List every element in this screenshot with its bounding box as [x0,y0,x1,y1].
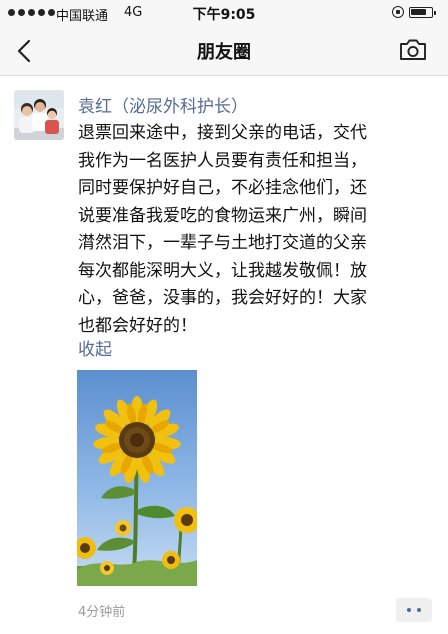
post-text-line: 潸然泪下，一辈子与土地打交道的父亲 [78,233,367,253]
post-text-line: 我作为一名医护人员要有责任和担当， [78,150,367,171]
post-text-line: 同时要保护好自己，不必挂念他们，还 [78,178,367,198]
page-title: 朋友圈 [197,42,251,63]
avatar[interactable] [14,90,64,140]
post-text-line: 退票回来途中，接到父亲的电话，交代 [78,123,367,143]
battery-icon [409,7,436,18]
post-text-line: 心，爸爸，没事的，我会好好的！大家 [78,288,367,308]
collapse-link[interactable]: 收起 [78,335,112,360]
more-button[interactable] [396,598,432,622]
camera-icon [400,39,426,60]
nav-bar: 朋友圈 [0,26,448,76]
sunflower-photo [77,370,197,586]
post-text-line: 每次都能深明大义，让我越发敬佩！放 [78,260,367,281]
post-timestamp: 4分钟前 [78,605,126,620]
rotation-lock-icon [392,6,404,18]
camera-button[interactable] [398,37,428,63]
status-time: 下午9:05 [192,7,256,23]
post-photo[interactable] [77,370,197,586]
post-text-line: 说要准备我爱吃的食物运来广州，瞬间 [78,205,367,226]
status-bar: 中国联通 4G 下午9:05 [0,0,448,26]
author-name[interactable]: 袁红（泌尿外科护长） [78,92,248,117]
post-text-line: 也都会好好的！ [78,315,197,336]
post-text: 退票回来途中，接到父亲的电话，交代 我作为一名医护人员要有责任和担当， 同时要保… [78,120,438,340]
